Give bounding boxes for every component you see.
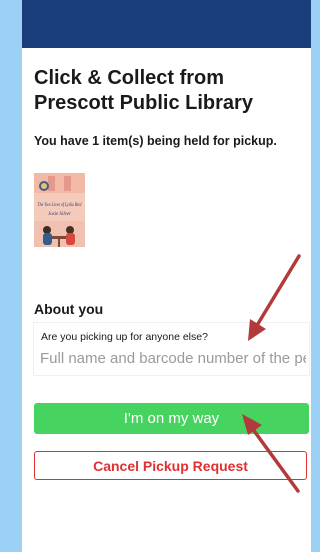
- held-items-message: You have 1 item(s) being held for pickup…: [34, 134, 277, 148]
- on-my-way-button[interactable]: I'm on my way: [34, 403, 309, 434]
- header-bar: [22, 0, 311, 48]
- book-cover-art: The Two Lives of Lydia Bird Josie Silver: [34, 173, 85, 247]
- page-title: Click & Collect from Prescott Public Lib…: [34, 67, 253, 114]
- pickup-for-label: Are you picking up for anyone else?: [41, 331, 208, 343]
- pickup-for-field: Are you picking up for anyone else?: [34, 323, 309, 375]
- phone-screen: Click & Collect from Prescott Public Lib…: [22, 0, 311, 552]
- book-title-text: The Two Lives of Lydia Bird: [38, 201, 82, 208]
- about-you-heading: About you: [34, 301, 104, 317]
- book-author-text: Josie Silver: [48, 212, 71, 217]
- pickup-for-input[interactable]: [40, 347, 306, 369]
- cancel-pickup-button[interactable]: Cancel Pickup Request: [34, 451, 307, 480]
- book-cover[interactable]: The Two Lives of Lydia Bird Josie Silver: [34, 173, 85, 247]
